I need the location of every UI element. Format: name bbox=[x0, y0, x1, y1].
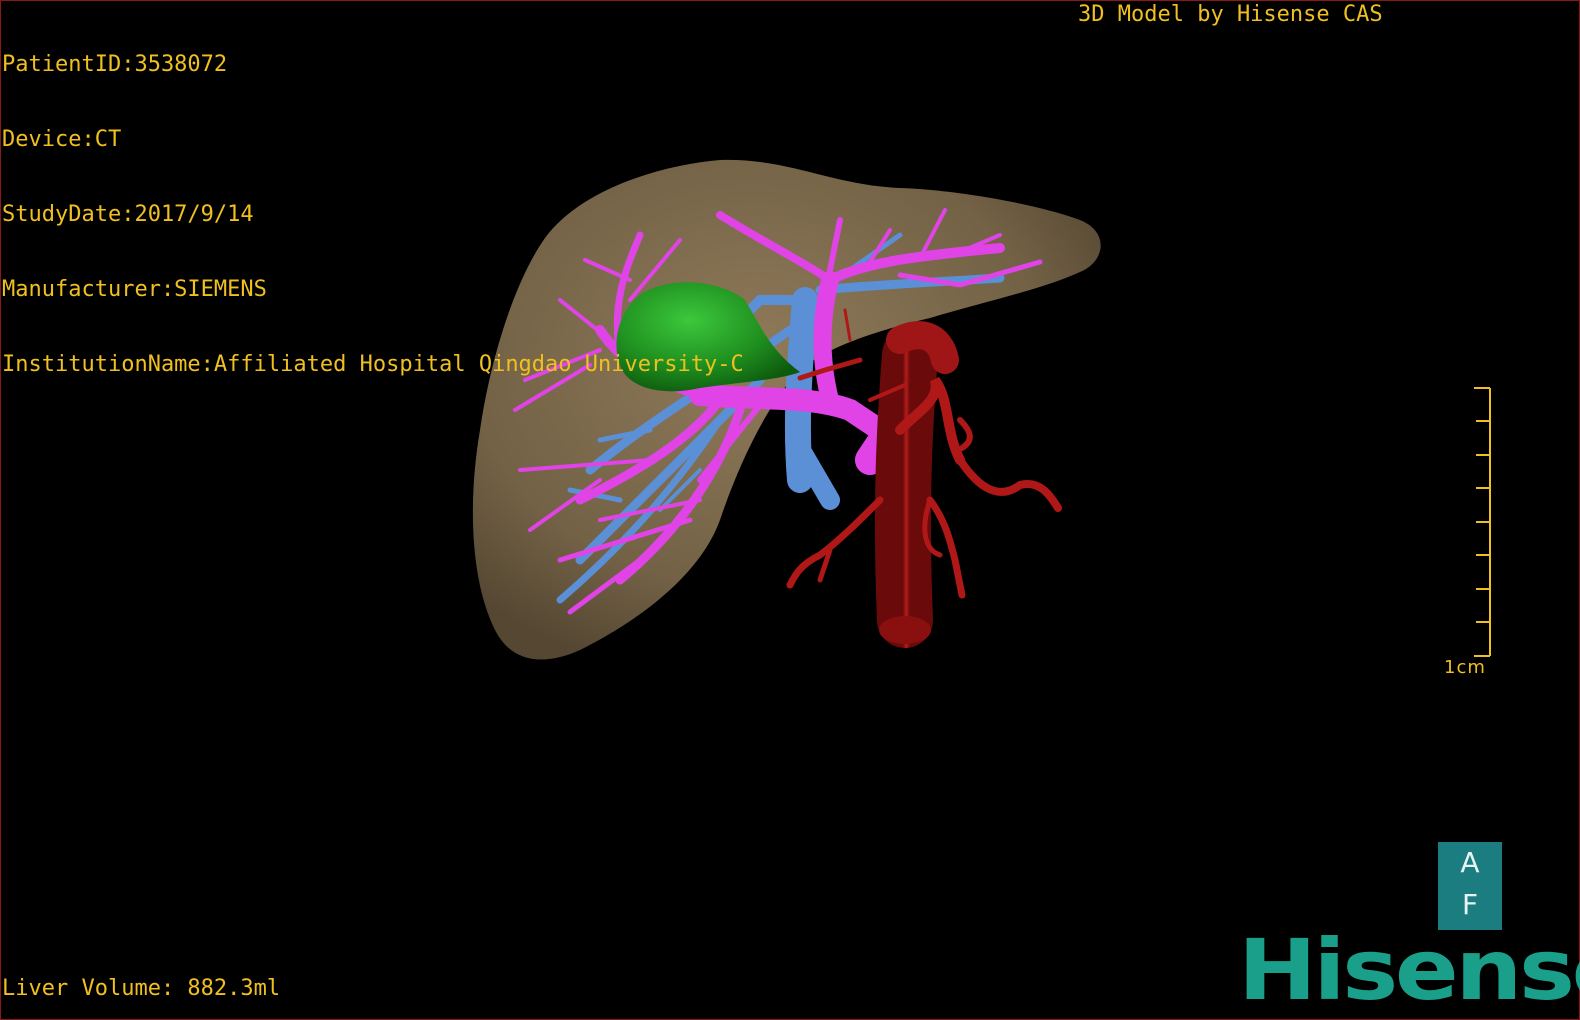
study-date-text: StudyDate:2017/9/14 bbox=[2, 202, 254, 227]
liver-volume-text: Liver Volume: 882.3ml bbox=[2, 976, 281, 1001]
manufacturer-text: Manufacturer:SIEMENS bbox=[2, 277, 267, 302]
institution-text: InstitutionName:Affiliated Hospital Qing… bbox=[2, 352, 744, 377]
orientation-anterior-label: A bbox=[1460, 846, 1480, 879]
patient-id-text: PatientID:3538072 bbox=[2, 52, 228, 77]
hisense-logo: Hisense bbox=[1238, 921, 1580, 1019]
patient-info-overlay: PatientID:3538072 Device:CT StudyDate:20… bbox=[2, 2, 744, 402]
orientation-foot-label: F bbox=[1461, 888, 1479, 921]
orientation-cube[interactable]: A F bbox=[1438, 842, 1502, 930]
device-text: Device:CT bbox=[2, 127, 122, 152]
scale-bar bbox=[1474, 387, 1491, 657]
model-credit-text: 3D Model by Hisense CAS bbox=[1078, 2, 1383, 27]
scale-bar-label: 1cm bbox=[1444, 657, 1486, 678]
